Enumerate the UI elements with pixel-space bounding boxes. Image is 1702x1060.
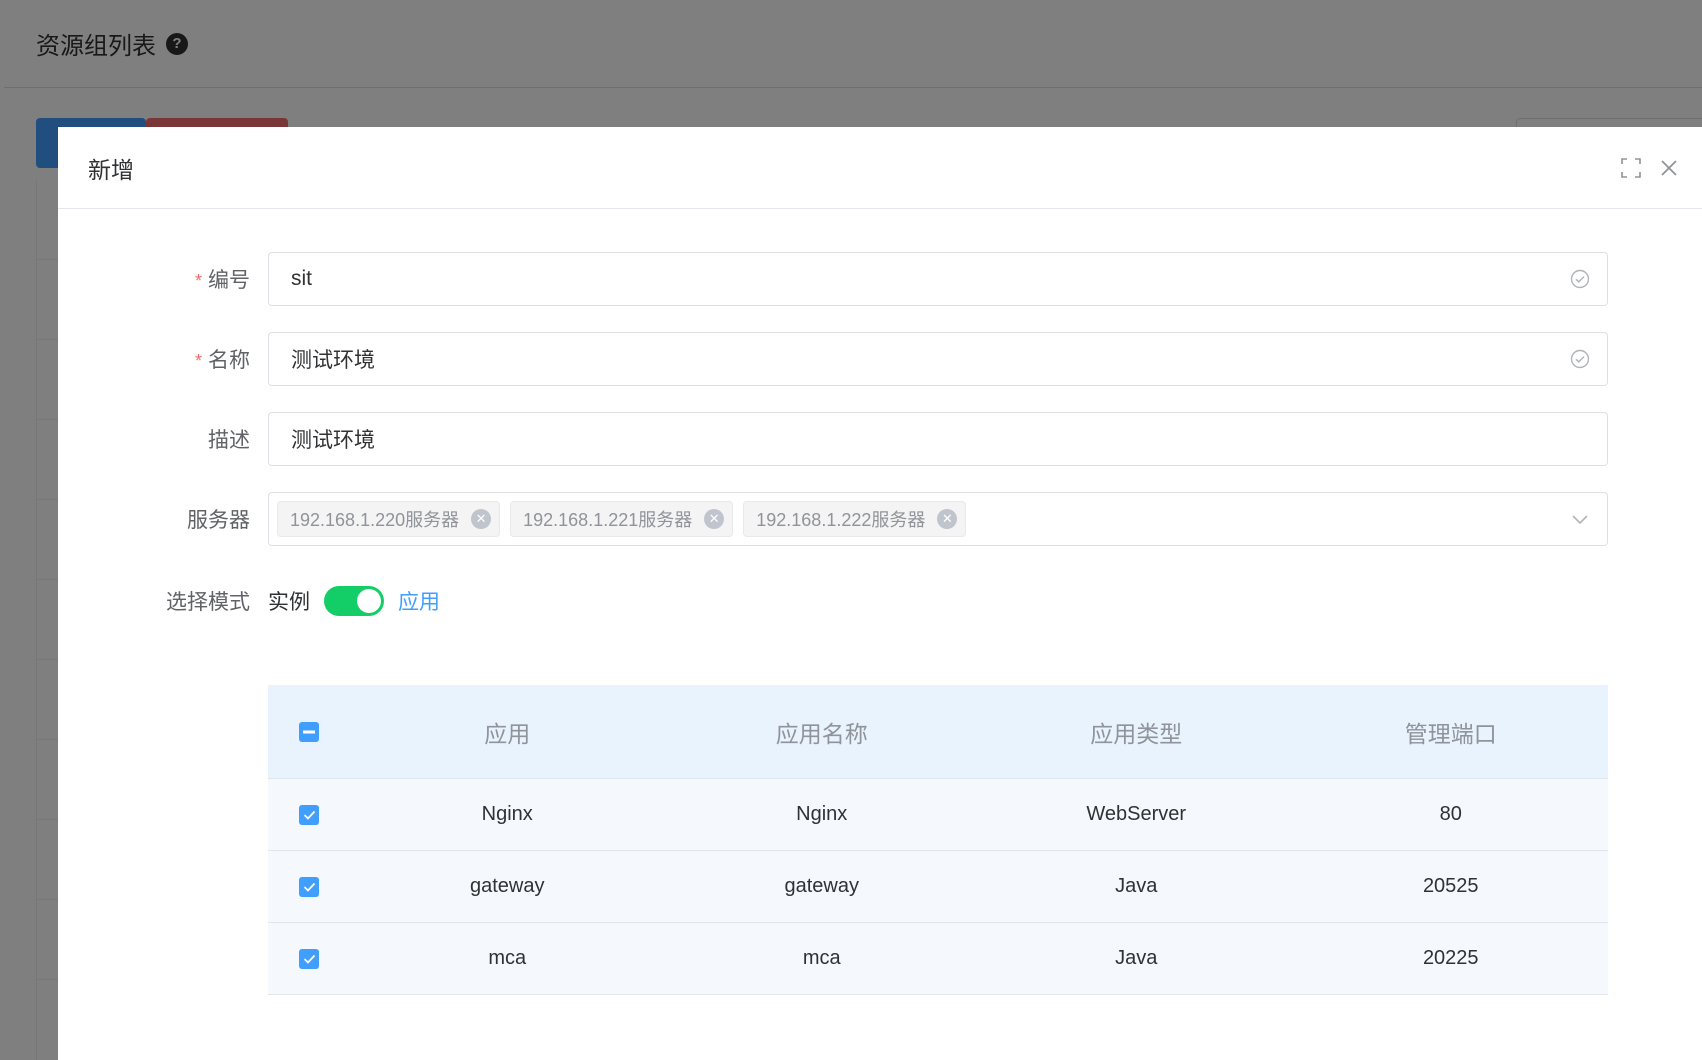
dialog-header: 新增 — [58, 127, 1702, 209]
form-item-code: * 编号 sit — [58, 251, 1702, 307]
row-checkbox[interactable] — [299, 804, 319, 825]
dialog-title: 新增 — [88, 156, 134, 183]
cell-port: 20525 — [1422, 875, 1479, 897]
cell-app: gateway — [470, 875, 545, 897]
tag-close-icon[interactable]: ✕ — [704, 509, 725, 529]
tag-close-icon[interactable]: ✕ — [937, 509, 958, 529]
description-input[interactable]: 测试环境 — [268, 412, 1608, 466]
mode-app-label[interactable]: 应用 — [398, 586, 440, 616]
add-dialog: 新增 * 编号 sit * 名称 测试环境 描述 测试环境 服务器 192.16… — [58, 127, 1702, 1060]
table-row[interactable]: mca mca Java 20225 — [268, 923, 1608, 995]
cell-app-name: mca — [802, 947, 841, 969]
table-row[interactable]: Nginx Nginx WebServer 80 — [268, 779, 1608, 851]
cell-app-name: Nginx — [796, 803, 848, 825]
servers-select[interactable]: 192.168.1.220服务器 ✕ 192.168.1.221服务器 ✕ 19… — [268, 492, 1608, 546]
application-table: 应用 应用名称 应用类型 管理端口 Nginx Nginx WebServer … — [268, 685, 1608, 995]
check-circle-icon — [1569, 268, 1591, 290]
name-label: * 名称 — [194, 349, 250, 372]
code-label: * 编号 — [194, 269, 250, 292]
code-input[interactable]: sit — [268, 252, 1608, 306]
cell-app: Nginx — [481, 803, 533, 825]
server-tag: 192.168.1.220服务器 ✕ — [277, 501, 501, 537]
name-input[interactable]: 测试环境 — [268, 332, 1608, 386]
description-label: 描述 — [208, 429, 250, 452]
column-header-app[interactable]: 应用 — [350, 715, 665, 749]
row-checkbox[interactable] — [299, 948, 319, 969]
tag-close-icon[interactable]: ✕ — [471, 509, 492, 529]
check-circle-icon — [1569, 348, 1591, 370]
mode-instance-label[interactable]: 实例 — [268, 586, 310, 616]
select-all-checkbox[interactable] — [299, 721, 319, 742]
close-icon[interactable] — [1658, 157, 1680, 179]
form-item-servers: 服务器 192.168.1.220服务器 ✕ 192.168.1.221服务器 … — [58, 491, 1702, 547]
cell-app: mca — [488, 947, 527, 969]
mode-switch[interactable] — [324, 586, 384, 616]
fullscreen-icon[interactable] — [1620, 157, 1642, 179]
cell-port: 20225 — [1422, 947, 1479, 969]
row-checkbox[interactable] — [299, 876, 319, 897]
form-item-description: 描述 测试环境 — [58, 411, 1702, 467]
mode-label: 选择模式 — [166, 591, 250, 614]
table-row[interactable]: gateway gateway Java 20525 — [268, 851, 1608, 923]
cell-app-type: WebServer — [1086, 803, 1187, 825]
mode-switch-group: 实例 应用 — [268, 573, 440, 629]
cell-app-type: Java — [1115, 947, 1158, 969]
server-tag: 192.168.1.222服务器 ✕ — [743, 501, 967, 537]
chevron-down-icon[interactable] — [1569, 508, 1591, 530]
servers-label: 服务器 — [187, 509, 250, 532]
column-header-app-type[interactable]: 应用类型 — [979, 715, 1294, 749]
cell-port: 80 — [1439, 803, 1462, 825]
column-header-port[interactable]: 管理端口 — [1294, 715, 1609, 749]
form-item-mode: 选择模式 实例 应用 — [58, 573, 1702, 629]
cell-app-type: Java — [1115, 875, 1158, 897]
table-header: 应用 应用名称 应用类型 管理端口 — [268, 685, 1608, 779]
column-header-app-name[interactable]: 应用名称 — [665, 715, 980, 749]
cell-app-name: gateway — [784, 875, 860, 897]
server-tag: 192.168.1.221服务器 ✕ — [510, 501, 734, 537]
form-item-name: * 名称 测试环境 — [58, 331, 1702, 387]
dialog-header-actions — [1620, 157, 1680, 179]
